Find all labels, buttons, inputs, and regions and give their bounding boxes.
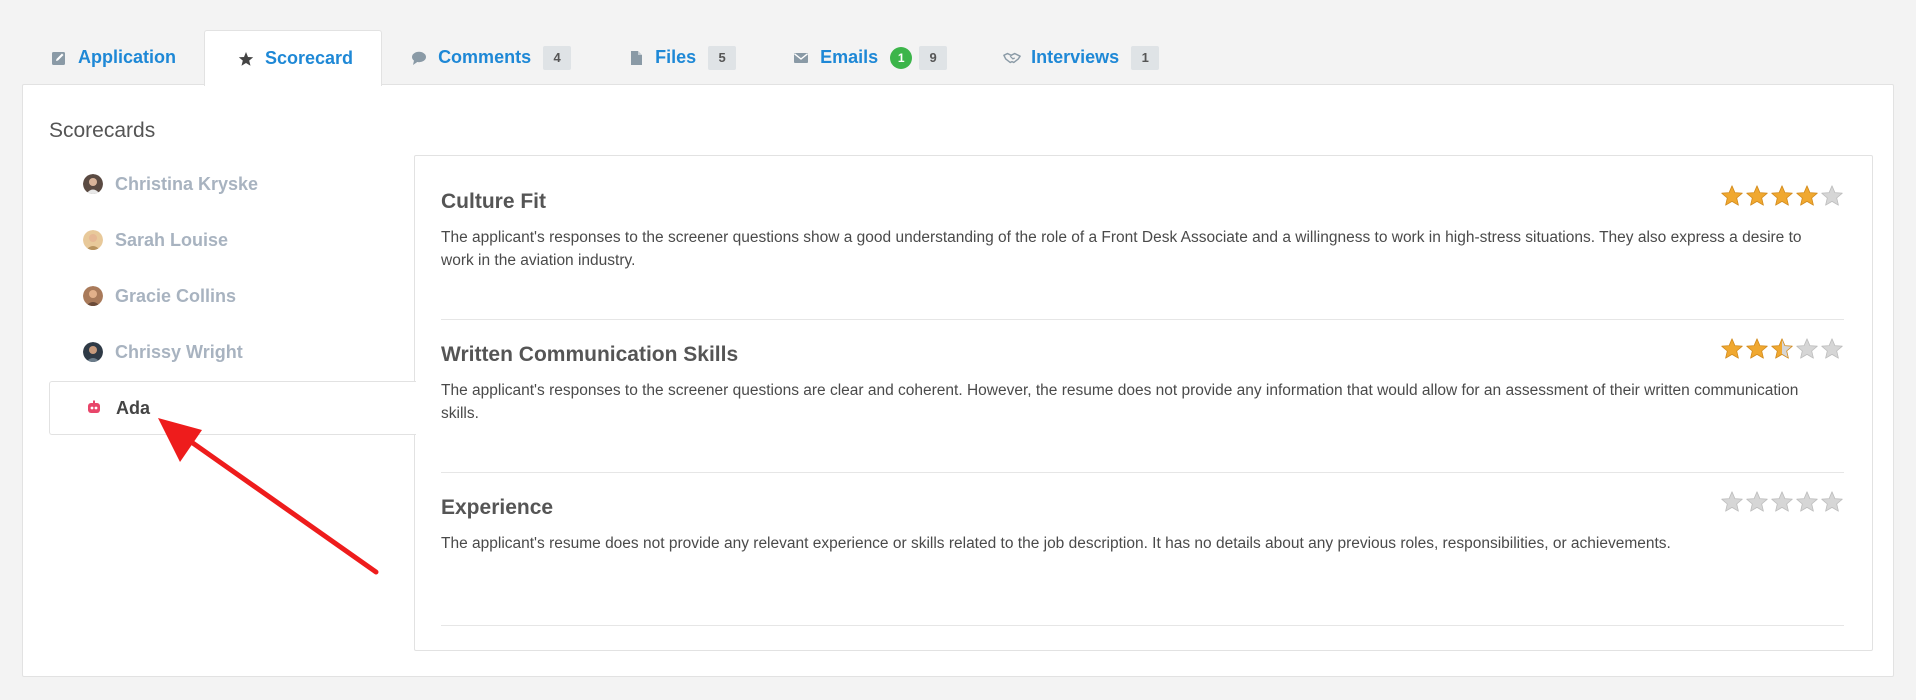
criterion-title: Written Communication Skills [441,343,739,366]
star-icon[interactable] [1820,184,1844,208]
star-icon[interactable] [1745,184,1769,208]
star-icon[interactable] [1720,490,1744,514]
scorecard-detail: Culture Fit The applicant's responses to… [414,155,1873,651]
tab-label: Interviews [1031,47,1120,67]
star-icon[interactable] [1770,490,1794,514]
star-icon[interactable] [1720,184,1744,208]
criterion-culture-fit: Culture Fit The applicant's responses to… [441,185,1844,320]
tab-interviews[interactable]: Interviews 1 [975,30,1187,85]
tab-label: Application [78,47,176,67]
comments-count-badge: 4 [543,45,572,70]
star-icon[interactable] [1795,490,1819,514]
criterion-title: Culture Fit [441,190,546,213]
edit-icon [50,49,68,67]
criterion-text: The applicant's responses to the screene… [441,382,1799,422]
avatar [83,230,103,250]
reviewer-name: Gracie Collins [115,285,237,306]
emails-count-badge: 9 [919,45,948,70]
star-icon[interactable] [1745,490,1769,514]
star-icon[interactable] [1820,490,1844,514]
tab-label: Scorecard [265,48,354,68]
reviewer-item[interactable]: Christina Kryske [49,157,415,211]
criterion-text: The applicant's responses to the screene… [441,229,1802,269]
reviewer-item[interactable]: Sarah Louise [49,213,415,267]
avatar [83,342,103,362]
star-icon[interactable] [1770,337,1794,361]
star-icon[interactable] [1745,337,1769,361]
star-rating[interactable] [1720,490,1844,514]
reviewer-item-active[interactable]: Ada [49,381,416,435]
tab-label: Comments [438,47,532,67]
star-icon[interactable] [1795,184,1819,208]
reviewer-name: Christina Kryske [115,173,259,194]
avatar [84,398,104,418]
tab-scorecard[interactable]: Scorecard [204,30,383,86]
star-icon[interactable] [1795,337,1819,361]
avatar [83,174,103,194]
reviewer-name: Sarah Louise [115,229,229,250]
tab-emails[interactable]: Emails 1 9 [764,30,975,85]
star-icon[interactable] [1720,337,1744,361]
criterion-experience: Experience The applicant's resume does n… [441,491,1844,626]
emails-badges: 1 9 [888,45,948,70]
tab-comments[interactable]: Comments 4 [382,30,599,85]
reviewer-name: Ada [116,397,151,418]
reviewer-list: Christina Kryske Sarah Louise Gracie Col… [49,157,416,437]
criterion-text: The applicant's resume does not provide … [441,535,1671,552]
emails-new-badge: 1 [890,46,913,69]
files-count-badge: 5 [708,45,737,70]
handshake-icon [1003,49,1021,67]
avatar [83,286,103,306]
file-icon [627,49,645,67]
star-icon [237,50,255,68]
tab-label: Emails [820,47,879,67]
tab-files[interactable]: Files 5 [599,30,764,85]
envelope-icon [792,49,810,67]
interviews-count-badge: 1 [1131,45,1160,70]
tab-application[interactable]: Application [22,30,204,85]
panel-title: Scorecards [49,119,156,142]
comment-icon [410,49,428,67]
scorecard-panel: Scorecards Christina Kryske Sarah Louise… [22,84,1894,677]
reviewer-name: Chrissy Wright [115,341,243,362]
criterion-title: Experience [441,496,554,519]
criterion-written-communication: Written Communication Skills The applica… [441,338,1844,473]
star-icon[interactable] [1820,337,1844,361]
star-rating[interactable] [1720,184,1844,208]
reviewer-item[interactable]: Chrissy Wright [49,325,415,379]
tab-label: Files [655,47,697,67]
tab-bar: Application Scorecard Comments 4 Files 5… [22,30,1187,86]
reviewer-item[interactable]: Gracie Collins [49,269,415,323]
star-rating[interactable] [1720,337,1844,361]
star-icon[interactable] [1770,184,1794,208]
